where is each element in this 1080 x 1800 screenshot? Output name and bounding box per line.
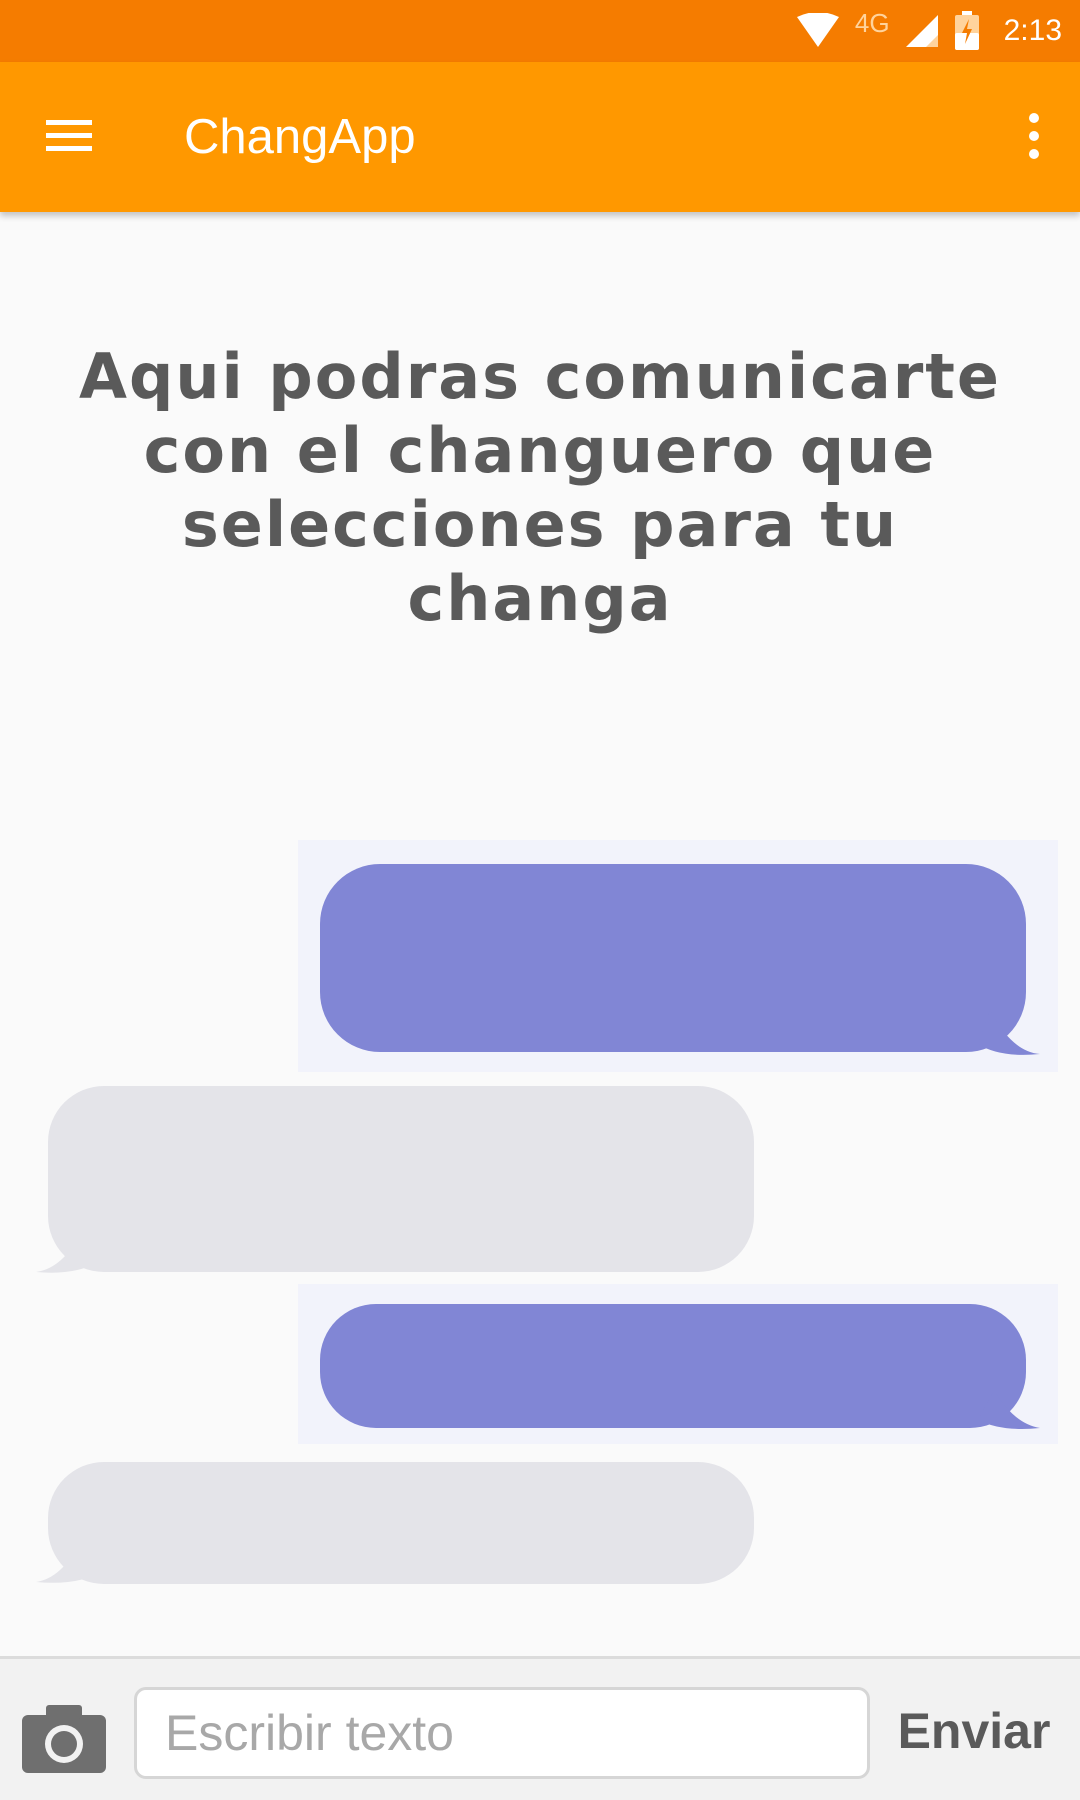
chat-intro-headline: Aqui podras comunicarte con el changuero… — [79, 340, 1001, 635]
status-icons: 4G 2:13 — [795, 0, 1062, 62]
signal-icon — [905, 15, 938, 47]
received-bubble-2 — [36, 1462, 754, 1584]
app-bar: ChangApp — [0, 62, 1080, 212]
status-time: 2:13 — [1003, 14, 1062, 47]
camera-icon[interactable] — [20, 1701, 108, 1775]
sent-bubble-2 — [298, 1284, 1058, 1444]
message-input[interactable] — [134, 1687, 870, 1779]
message-composer: Enviar — [0, 1656, 1080, 1800]
received-bubble-1 — [36, 1086, 754, 1273]
menu-icon[interactable] — [44, 114, 96, 158]
battery-icon — [954, 11, 979, 50]
wifi-icon — [796, 13, 839, 47]
sent-bubble-1 — [298, 840, 1058, 1072]
overflow-menu-icon[interactable] — [1010, 102, 1058, 172]
app-title: ChangApp — [184, 110, 416, 164]
chat-bubbles-illustration — [36, 840, 1058, 1584]
send-button[interactable]: Enviar — [884, 1683, 1064, 1779]
status-bar: 4G 2:13 — [0, 0, 1080, 62]
network-type-label: 4G — [854, 7, 890, 38]
